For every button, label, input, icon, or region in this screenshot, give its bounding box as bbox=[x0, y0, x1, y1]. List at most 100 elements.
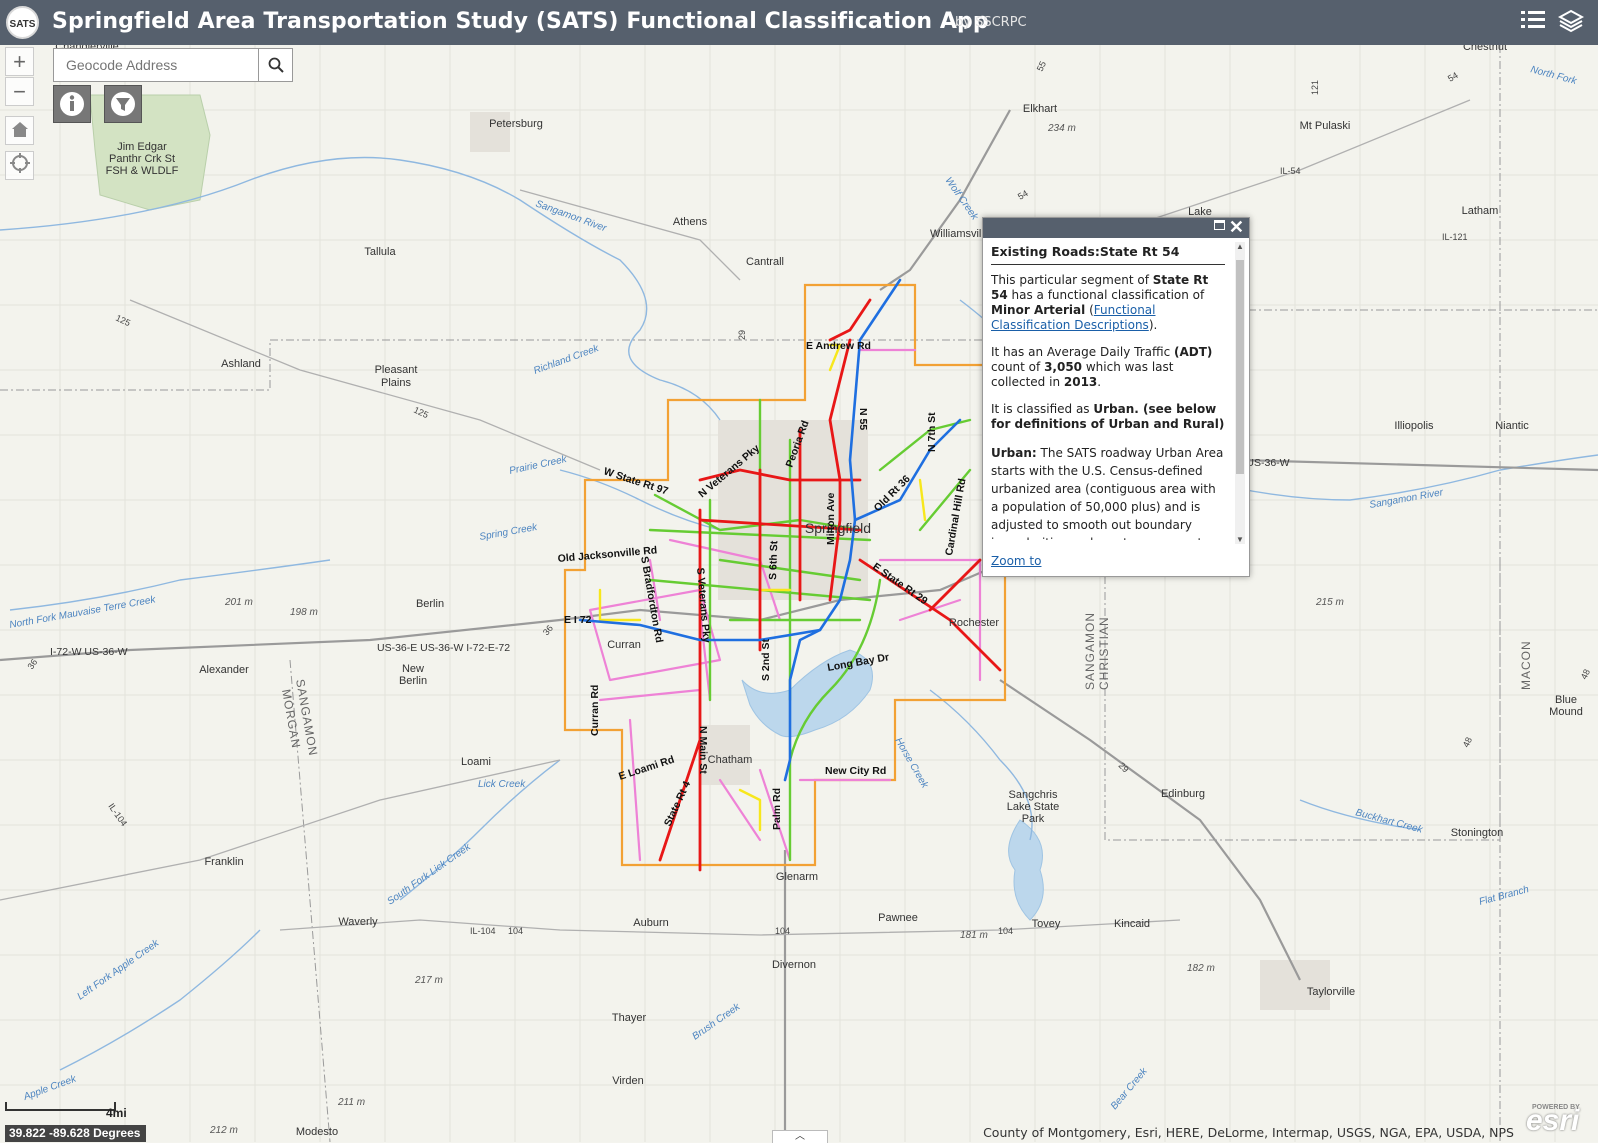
svg-text:Tovey: Tovey bbox=[1032, 918, 1061, 930]
svg-text:Blue: Blue bbox=[1555, 694, 1577, 706]
svg-text:Loami: Loami bbox=[461, 756, 491, 768]
svg-text:SANGAMON: SANGAMON bbox=[1083, 612, 1097, 690]
svg-text:Park: Park bbox=[1022, 813, 1045, 825]
powered-by-text: POWERED BY bbox=[1532, 1104, 1580, 1111]
filter-icon bbox=[111, 92, 135, 116]
svg-text:US-36-E US-36-W I-72-E-72: US-36-E US-36-W I-72-E-72 bbox=[377, 642, 510, 654]
basemap[interactable]: Petersburg Jim EdgarPanthr Crk StFSH & W… bbox=[0, 45, 1598, 1142]
app-header: SATS Springfield Area Transportation Stu… bbox=[0, 0, 1598, 45]
info-icon bbox=[60, 92, 84, 116]
svg-text:104: 104 bbox=[775, 926, 790, 936]
svg-text:Lick Creek: Lick Creek bbox=[478, 779, 526, 790]
scale-bar bbox=[5, 1102, 116, 1111]
popup-title: Existing Roads:State Rt 54 bbox=[991, 244, 1225, 265]
app-title: Springfield Area Transportation Study (S… bbox=[52, 9, 989, 34]
svg-text:I-72-W US-36-W: I-72-W US-36-W bbox=[50, 646, 128, 658]
svg-text:104: 104 bbox=[508, 926, 523, 936]
text-segment: It is classified as bbox=[991, 402, 1094, 416]
home-button[interactable] bbox=[5, 116, 34, 145]
svg-text:Jim Edgar: Jim Edgar bbox=[117, 141, 167, 153]
svg-text:Thayer: Thayer bbox=[612, 1012, 647, 1024]
svg-text:E Andrew Rd: E Andrew Rd bbox=[806, 340, 871, 352]
svg-text:104: 104 bbox=[998, 926, 1013, 936]
svg-text:MACON: MACON bbox=[1519, 640, 1533, 690]
svg-text:IL-104: IL-104 bbox=[470, 926, 496, 936]
zoom-to-link[interactable]: Zoom to bbox=[991, 554, 1041, 568]
coordinate-display[interactable]: 39.822 -89.628 Degrees bbox=[5, 1125, 147, 1142]
geocode-address-input[interactable] bbox=[54, 49, 259, 81]
search-icon bbox=[268, 57, 284, 73]
svg-text:Pleasant: Pleasant bbox=[375, 364, 418, 376]
svg-text:Chestnut: Chestnut bbox=[1463, 45, 1507, 53]
svg-text:Alexander: Alexander bbox=[199, 664, 249, 676]
close-icon[interactable]: ✕ bbox=[1229, 217, 1244, 238]
urban-definition: Urban: The SATS roadway Urban Area start… bbox=[991, 444, 1225, 540]
urban-class: Urban bbox=[1093, 402, 1135, 416]
svg-text:Rochester: Rochester bbox=[949, 617, 999, 629]
svg-text:Chatham: Chatham bbox=[708, 754, 753, 766]
maximize-icon[interactable] bbox=[1214, 220, 1225, 230]
text-segment: count of bbox=[991, 360, 1045, 374]
svg-text:Panthr Crk St: Panthr Crk St bbox=[109, 153, 175, 165]
svg-text:211 m: 211 m bbox=[337, 1097, 365, 1108]
svg-text:Ashland: Ashland bbox=[221, 358, 261, 370]
svg-text:Williamsville: Williamsville bbox=[930, 228, 990, 240]
svg-text:CHRISTIAN: CHRISTIAN bbox=[1097, 616, 1111, 690]
svg-text:E I 72: E I 72 bbox=[564, 614, 592, 626]
classification-paragraph: This particular segment of State Rt 54 h… bbox=[991, 273, 1209, 332]
popup-header: ✕ bbox=[983, 217, 1249, 238]
svg-text:215 m: 215 m bbox=[1315, 597, 1344, 608]
layers-icon[interactable] bbox=[1556, 8, 1586, 38]
zoom-in-button[interactable]: + bbox=[5, 47, 34, 76]
search-button[interactable] bbox=[258, 49, 292, 81]
adt-paragraph: It has an Average Daily Traffic (ADT) co… bbox=[991, 345, 1213, 389]
svg-text:Milton Ave: Milton Ave bbox=[825, 493, 837, 545]
scroll-up-icon[interactable]: ▲ bbox=[1236, 242, 1244, 251]
svg-text:217 m: 217 m bbox=[414, 975, 443, 986]
map-view[interactable]: Petersburg Jim Edgar Panthr Crk St FSH & W… bbox=[0, 45, 1598, 1142]
svg-text:Latham: Latham bbox=[1462, 205, 1499, 217]
chevron-up-icon[interactable]: ︿ bbox=[772, 1130, 828, 1143]
svg-text:Edinburg: Edinburg bbox=[1161, 788, 1205, 800]
svg-text:Niantic: Niantic bbox=[1495, 420, 1529, 432]
svg-text:Berlin: Berlin bbox=[416, 598, 444, 610]
svg-text:Mt Pulaski: Mt Pulaski bbox=[1300, 120, 1351, 132]
zoom-out-button[interactable]: − bbox=[5, 77, 34, 106]
text-segment: This particular segment of bbox=[991, 273, 1153, 287]
geocode-search bbox=[53, 48, 293, 82]
list-icon[interactable] bbox=[1518, 8, 1548, 38]
svg-text:212 m: 212 m bbox=[209, 1125, 238, 1136]
svg-text:Lake State: Lake State bbox=[1007, 801, 1060, 813]
locate-button[interactable] bbox=[5, 151, 34, 180]
info-widget-button[interactable] bbox=[53, 85, 91, 123]
esri-logo: POWERED BY esri bbox=[1526, 1104, 1590, 1142]
svg-text:Modesto: Modesto bbox=[296, 1126, 338, 1138]
popup-scrollbar[interactable]: ▲ ▼ bbox=[1235, 242, 1245, 544]
svg-text:Cantrall: Cantrall bbox=[746, 256, 784, 268]
locate-icon bbox=[9, 153, 30, 173]
svg-text:Pawnee: Pawnee bbox=[878, 912, 918, 924]
collection-year: 2013 bbox=[1063, 375, 1098, 389]
scroll-thumb[interactable] bbox=[1236, 260, 1244, 474]
scroll-down-icon[interactable]: ▼ bbox=[1236, 535, 1244, 544]
svg-text:234 m: 234 m bbox=[1047, 123, 1076, 134]
svg-text:IL-121: IL-121 bbox=[1442, 232, 1468, 242]
adt-label: (ADT) bbox=[1174, 345, 1213, 359]
svg-text:121: 121 bbox=[1310, 80, 1320, 95]
functional-class: Minor Arterial bbox=[991, 303, 1086, 317]
urban-text: The SATS roadway Urban Area starts with … bbox=[991, 446, 1224, 540]
scale-label: 4mi bbox=[106, 1106, 127, 1120]
svg-text:Taylorville: Taylorville bbox=[1307, 986, 1355, 998]
svg-text:181 m: 181 m bbox=[960, 930, 988, 941]
svg-text:Sangchris: Sangchris bbox=[1009, 789, 1058, 801]
map-attribution: County of Montgomery, Esri, HERE, DeLorm… bbox=[983, 1125, 1514, 1140]
svg-text:Virden: Virden bbox=[612, 1075, 644, 1087]
svg-text:Curran Rd: Curran Rd bbox=[589, 685, 601, 736]
svg-text:Divernon: Divernon bbox=[772, 959, 816, 971]
filter-widget-button[interactable] bbox=[104, 85, 142, 123]
svg-text:Franklin: Franklin bbox=[204, 856, 243, 868]
svg-text:N Main St: N Main St bbox=[697, 726, 709, 774]
urban-label: Urban: bbox=[991, 446, 1037, 460]
home-icon bbox=[11, 122, 28, 137]
svg-text:IL-54: IL-54 bbox=[1280, 166, 1301, 176]
